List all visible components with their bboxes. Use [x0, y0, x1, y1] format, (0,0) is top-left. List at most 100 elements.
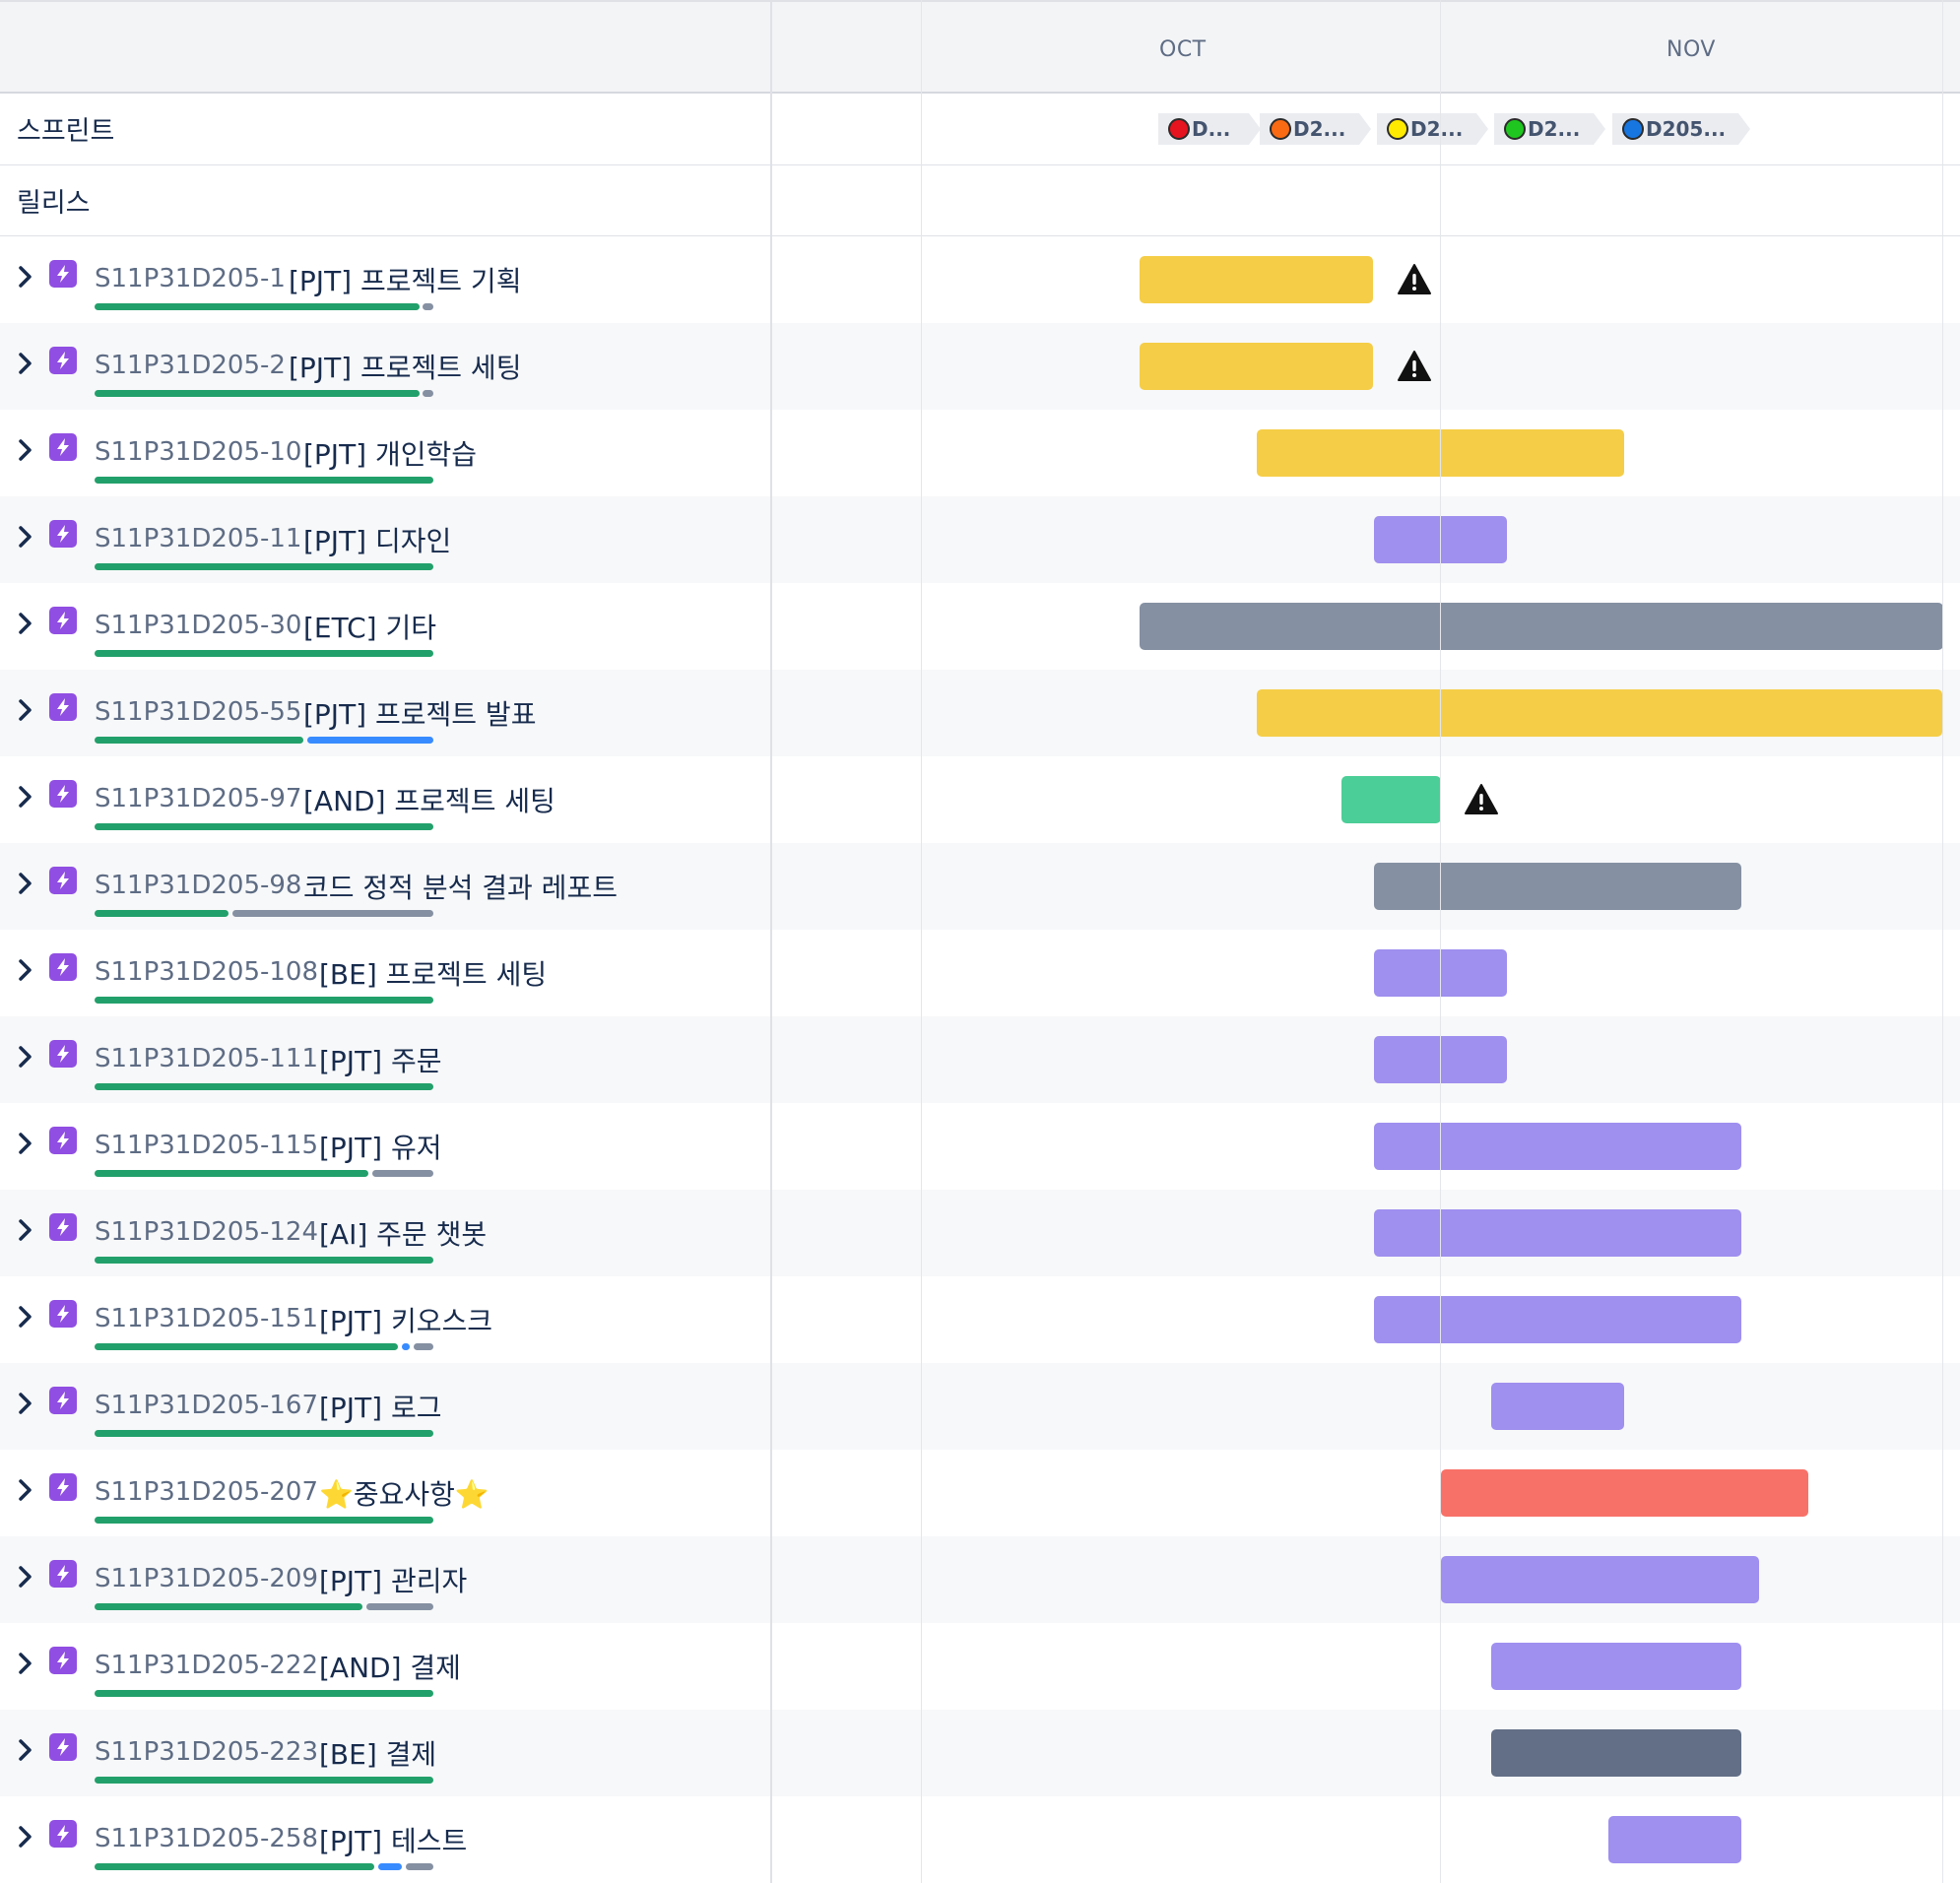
- issue-key[interactable]: S11P31D205-1: [95, 264, 286, 293]
- issue-row[interactable]: S11P31D205-111 [PJT] 주문: [0, 1016, 1960, 1103]
- sprint-chip[interactable]: D2...: [1494, 113, 1605, 145]
- issue-title[interactable]: ⭐중요사항⭐: [319, 1473, 490, 1513]
- issue-row[interactable]: S11P31D205-1 [PJT] 프로젝트 기획: [0, 236, 1960, 323]
- issue-title[interactable]: [BE] 결제: [319, 1733, 436, 1773]
- issue-row[interactable]: S11P31D205-10 [PJT] 개인학습: [0, 410, 1960, 496]
- timeline-bar[interactable]: [1491, 1643, 1741, 1690]
- issue-key[interactable]: S11P31D205-98: [95, 871, 301, 900]
- chevron-right-icon[interactable]: [16, 1131, 35, 1156]
- issue-row[interactable]: S11P31D205-222 [AND] 결제: [0, 1623, 1960, 1710]
- issue-row[interactable]: S11P31D205-167 [PJT] 로그: [0, 1363, 1960, 1450]
- chevron-right-icon[interactable]: [16, 1217, 35, 1243]
- timeline-bar[interactable]: [1374, 1296, 1741, 1343]
- issue-key[interactable]: S11P31D205-124: [95, 1217, 318, 1247]
- issue-key[interactable]: S11P31D205-258: [95, 1824, 318, 1853]
- issue-row[interactable]: S11P31D205-2 [PJT] 프로젝트 세팅: [0, 323, 1960, 410]
- issue-key[interactable]: S11P31D205-97: [95, 784, 301, 813]
- issue-title[interactable]: [PJT] 유저: [319, 1127, 442, 1166]
- issue-title[interactable]: [AND] 프로젝트 세팅: [303, 780, 555, 819]
- issue-title[interactable]: [PJT] 주문: [319, 1040, 442, 1079]
- issue-row[interactable]: S11P31D205-207 ⭐중요사항⭐: [0, 1450, 1960, 1536]
- issue-row[interactable]: S11P31D205-209 [PJT] 관리자: [0, 1536, 1960, 1623]
- issue-row[interactable]: S11P31D205-124 [AI] 주문 챗봇: [0, 1190, 1960, 1276]
- issue-key[interactable]: S11P31D205-2: [95, 351, 286, 380]
- timeline-bar[interactable]: [1140, 603, 1943, 650]
- issue-key[interactable]: S11P31D205-108: [95, 957, 318, 987]
- issue-key[interactable]: S11P31D205-209: [95, 1564, 318, 1593]
- chevron-right-icon[interactable]: [16, 957, 35, 983]
- chevron-right-icon[interactable]: [16, 437, 35, 463]
- sprint-chip[interactable]: D2...: [1260, 113, 1371, 145]
- issue-title[interactable]: [PJT] 디자인: [303, 520, 451, 559]
- issue-row[interactable]: S11P31D205-30 [ETC] 기타: [0, 583, 1960, 670]
- timeline-bar[interactable]: [1374, 1209, 1741, 1257]
- chevron-right-icon[interactable]: [16, 1564, 35, 1590]
- chevron-right-icon[interactable]: [16, 1477, 35, 1503]
- chevron-right-icon[interactable]: [16, 1391, 35, 1416]
- timeline-bar[interactable]: [1491, 1729, 1741, 1777]
- issue-key[interactable]: S11P31D205-222: [95, 1651, 318, 1680]
- sprint-chip[interactable]: D2...: [1377, 113, 1488, 145]
- chevron-right-icon[interactable]: [16, 524, 35, 550]
- issue-key[interactable]: S11P31D205-167: [95, 1391, 318, 1420]
- timeline-bar[interactable]: [1441, 1469, 1808, 1517]
- issue-title[interactable]: [PJT] 프로젝트 세팅: [289, 347, 521, 386]
- issue-row[interactable]: S11P31D205-11 [PJT] 디자인: [0, 496, 1960, 583]
- timeline-bar[interactable]: [1374, 863, 1741, 910]
- issue-key[interactable]: S11P31D205-223: [95, 1737, 318, 1767]
- issue-row[interactable]: S11P31D205-258 [PJT] 테스트: [0, 1796, 1960, 1883]
- issue-key[interactable]: S11P31D205-111: [95, 1044, 318, 1073]
- issue-title[interactable]: [PJT] 로그: [319, 1387, 442, 1426]
- chevron-right-icon[interactable]: [16, 1737, 35, 1763]
- issue-key[interactable]: S11P31D205-11: [95, 524, 301, 553]
- issue-title[interactable]: 코드 정적 분석 결과 레포트: [303, 867, 618, 906]
- timeline-bar[interactable]: [1140, 343, 1373, 390]
- issue-title[interactable]: [AI] 주문 챗봇: [319, 1213, 487, 1253]
- issue-row[interactable]: S11P31D205-55 [PJT] 프로젝트 발표: [0, 670, 1960, 756]
- chevron-right-icon[interactable]: [16, 264, 35, 290]
- chevron-right-icon[interactable]: [16, 351, 35, 376]
- timeline-bar[interactable]: [1491, 1383, 1624, 1430]
- chevron-right-icon[interactable]: [16, 784, 35, 810]
- issue-key[interactable]: S11P31D205-30: [95, 611, 301, 640]
- issue-title[interactable]: [PJT] 관리자: [319, 1560, 467, 1599]
- issue-title[interactable]: [AND] 결제: [319, 1647, 461, 1686]
- timeline-bar[interactable]: [1441, 1556, 1759, 1603]
- chevron-right-icon[interactable]: [16, 1304, 35, 1330]
- warning-icon[interactable]: [1397, 262, 1432, 297]
- issue-title[interactable]: [PJT] 개인학습: [303, 433, 477, 473]
- timeline-bar[interactable]: [1374, 1123, 1741, 1170]
- issue-title[interactable]: [PJT] 키오스크: [319, 1300, 492, 1339]
- timeline-bar[interactable]: [1608, 1816, 1741, 1863]
- issue-title[interactable]: [PJT] 프로젝트 발표: [303, 693, 536, 733]
- timeline-bar[interactable]: [1257, 689, 1942, 737]
- issue-title[interactable]: [PJT] 테스트: [319, 1820, 467, 1859]
- chevron-right-icon[interactable]: [16, 871, 35, 896]
- warning-icon[interactable]: [1464, 782, 1499, 817]
- sprint-chip[interactable]: D...: [1158, 113, 1261, 145]
- issue-key[interactable]: S11P31D205-10: [95, 437, 301, 467]
- warning-icon[interactable]: [1397, 349, 1432, 384]
- sprint-chip[interactable]: D205...: [1612, 113, 1750, 145]
- timeline-bar[interactable]: [1140, 256, 1373, 303]
- issue-row[interactable]: S11P31D205-151 [PJT] 키오스크: [0, 1276, 1960, 1363]
- list-panel-divider[interactable]: [770, 0, 772, 1883]
- issue-key[interactable]: S11P31D205-151: [95, 1304, 318, 1333]
- chevron-right-icon[interactable]: [16, 611, 35, 636]
- issue-row[interactable]: S11P31D205-108 [BE] 프로젝트 세팅: [0, 930, 1960, 1016]
- chevron-right-icon[interactable]: [16, 697, 35, 723]
- issue-row[interactable]: S11P31D205-98 코드 정적 분석 결과 레포트: [0, 843, 1960, 930]
- timeline-bar[interactable]: [1341, 776, 1441, 823]
- issue-key[interactable]: S11P31D205-207: [95, 1477, 318, 1507]
- issue-title[interactable]: [ETC] 기타: [303, 607, 436, 646]
- issue-row[interactable]: S11P31D205-223 [BE] 결제: [0, 1710, 1960, 1796]
- issue-row[interactable]: S11P31D205-97 [AND] 프로젝트 세팅: [0, 756, 1960, 843]
- chevron-right-icon[interactable]: [16, 1044, 35, 1070]
- chevron-right-icon[interactable]: [16, 1824, 35, 1850]
- issue-row[interactable]: S11P31D205-115 [PJT] 유저: [0, 1103, 1960, 1190]
- issue-title[interactable]: [BE] 프로젝트 세팅: [319, 953, 547, 993]
- chevron-right-icon[interactable]: [16, 1651, 35, 1676]
- issue-title[interactable]: [PJT] 프로젝트 기획: [289, 260, 521, 299]
- issue-key[interactable]: S11P31D205-55: [95, 697, 301, 727]
- issue-key[interactable]: S11P31D205-115: [95, 1131, 318, 1160]
